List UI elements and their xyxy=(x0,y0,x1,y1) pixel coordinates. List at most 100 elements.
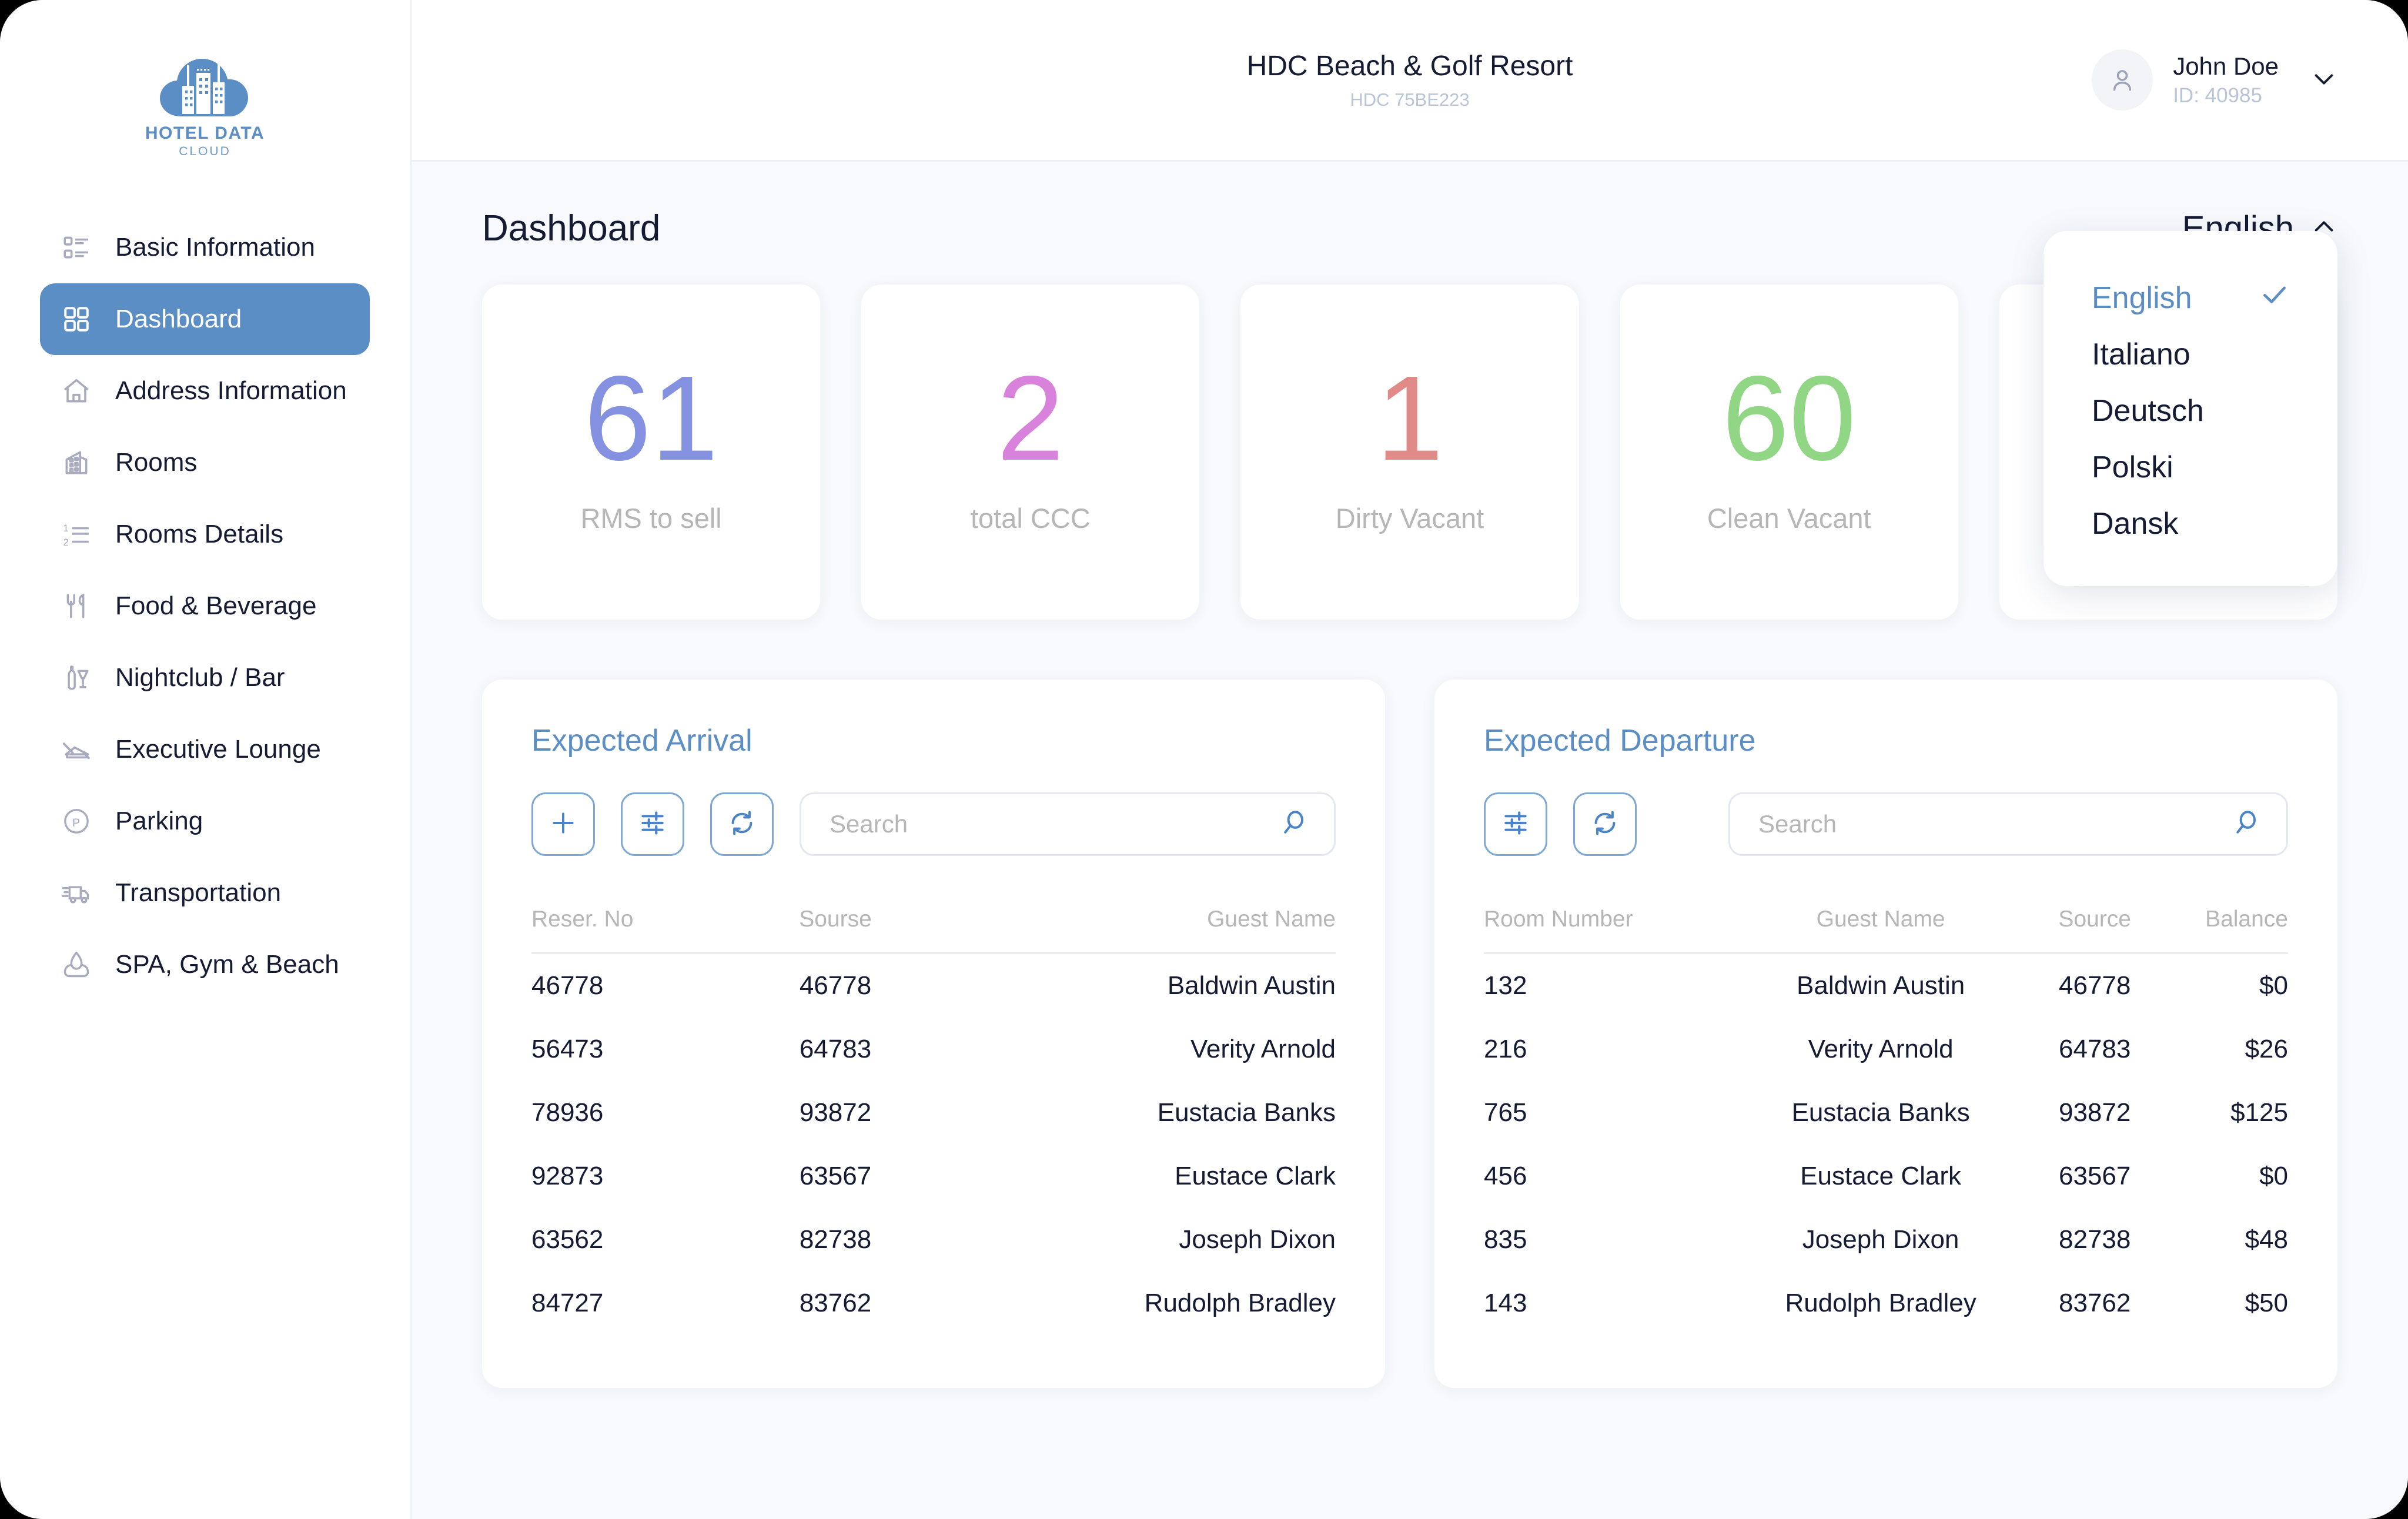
stat-card-total-ccc: 2 total CCC xyxy=(861,285,1200,620)
column-header-sourse: Sourse xyxy=(755,889,915,954)
panel-title: Expected Arrival xyxy=(531,724,752,758)
home-icon xyxy=(60,374,93,407)
lounge-chair-icon xyxy=(60,733,93,766)
search-placeholder: Search xyxy=(1758,810,1837,838)
cell-guest-name: Eustace Clark xyxy=(1800,1162,1962,1190)
cell-balance: $0 xyxy=(2259,1162,2288,1190)
sidebar-item-label: Executive Lounge xyxy=(115,735,321,764)
filter-sliders-icon xyxy=(638,808,667,841)
table-row[interactable]: 84727 83762 Rudolph Bradley xyxy=(531,1272,1336,1335)
column-header-guest-name: Guest Name xyxy=(1725,889,2036,954)
sidebar-item-nightclub-bar[interactable]: Nightclub / Bar xyxy=(40,642,370,714)
arrival-filter-button[interactable] xyxy=(621,792,684,856)
cell-guest-name: Baldwin Austin xyxy=(1167,971,1336,1000)
table-header-row: Reser. No Sourse Guest Name xyxy=(531,889,1336,954)
sidebar-item-rooms[interactable]: Rooms xyxy=(40,427,370,498)
cell-guest-name: Rudolph Bradley xyxy=(1785,1289,1976,1317)
check-icon xyxy=(2260,280,2289,317)
cell-balance: $0 xyxy=(2259,971,2288,1000)
sidebar-item-basic-information[interactable]: Basic Information xyxy=(40,212,370,283)
table-row[interactable]: 765 Eustacia Banks 93872 $125 xyxy=(1484,1081,2288,1145)
sidebar-item-label: Rooms xyxy=(115,448,198,477)
app-logo: HOTEL DATA CLOUD xyxy=(0,41,410,194)
sidebar-item-rooms-details[interactable]: 12 Rooms Details xyxy=(40,498,370,570)
language-option-english[interactable]: English xyxy=(2044,270,2337,326)
departure-search-input[interactable]: Search xyxy=(1728,792,2288,856)
plus-icon xyxy=(549,808,578,841)
main-region: HDC Beach & Golf Resort HDC 75BE223 John… xyxy=(412,0,2408,1519)
cell-source: 64783 xyxy=(2058,1035,2131,1063)
language-option-label: Italiano xyxy=(2092,337,2190,372)
cell-balance: $125 xyxy=(2230,1098,2288,1127)
language-option-polski[interactable]: Polski xyxy=(2044,439,2337,496)
cell-balance: $48 xyxy=(2245,1225,2288,1254)
table-row[interactable]: 63562 82738 Joseph Dixon xyxy=(531,1208,1336,1272)
logo-subtitle: CLOUD xyxy=(179,145,231,158)
search-icon[interactable] xyxy=(1279,808,1308,841)
sidebar-item-transportation[interactable]: Transportation xyxy=(40,857,370,929)
refresh-icon xyxy=(1590,808,1620,841)
stat-value: 2 xyxy=(996,350,1064,486)
cell-reser-no: 92873 xyxy=(531,1162,604,1190)
cell-guest-name: Verity Arnold xyxy=(1190,1035,1336,1063)
page-title: Dashboard xyxy=(482,208,661,249)
expected-arrival-panel: Expected Arrival Search Reser. No Sourse… xyxy=(482,680,1385,1388)
arrival-search-input[interactable]: Search xyxy=(800,792,1336,856)
language-option-label: Dansk xyxy=(2092,507,2179,541)
table-row[interactable]: 216 Verity Arnold 64783 $26 xyxy=(1484,1018,2288,1081)
stat-value: 60 xyxy=(1722,350,1857,486)
language-option-deutsch[interactable]: Deutsch xyxy=(2044,383,2337,439)
departure-refresh-button[interactable] xyxy=(1573,792,1637,856)
cell-guest-name: Eustacia Banks xyxy=(1157,1098,1336,1127)
panel-title: Expected Departure xyxy=(1484,724,1756,758)
table-row[interactable]: 56473 64783 Verity Arnold xyxy=(531,1018,1336,1081)
language-option-italiano[interactable]: Italiano xyxy=(2044,326,2337,383)
add-reservation-button[interactable] xyxy=(531,792,595,856)
cell-guest-name: Eustacia Banks xyxy=(1791,1098,1970,1127)
sidebar-item-food-beverage[interactable]: Food & Beverage xyxy=(40,570,370,642)
table-row[interactable]: 835 Joseph Dixon 82738 $48 xyxy=(1484,1208,2288,1272)
cell-reser-no: 78936 xyxy=(531,1098,604,1127)
sidebar-item-parking[interactable]: P Parking xyxy=(40,785,370,857)
table-row[interactable]: 46778 46778 Baldwin Austin xyxy=(531,953,1336,1018)
table-row[interactable]: 132 Baldwin Austin 46778 $0 xyxy=(1484,953,2288,1018)
cell-sourse: 64783 xyxy=(799,1035,872,1063)
cell-guest-name: Joseph Dixon xyxy=(1802,1225,1959,1254)
user-menu[interactable]: John Doe ID: 40985 xyxy=(2092,49,2337,111)
cell-guest-name: Baldwin Austin xyxy=(1797,971,1965,1000)
language-option-dansk[interactable]: Dansk xyxy=(2044,496,2337,552)
sidebar-item-executive-lounge[interactable]: Executive Lounge xyxy=(40,714,370,785)
cell-room-number: 132 xyxy=(1484,971,1527,1000)
grid-icon xyxy=(60,303,93,336)
table-row[interactable]: 456 Eustace Clark 63567 $0 xyxy=(1484,1145,2288,1208)
cell-sourse: 93872 xyxy=(799,1098,872,1127)
sidebar-item-label: SPA, Gym & Beach xyxy=(115,950,339,979)
table-row[interactable]: 92873 63567 Eustace Clark xyxy=(531,1145,1336,1208)
sidebar-item-spa-gym-beach[interactable]: SPA, Gym & Beach xyxy=(40,929,370,1001)
stat-value: 61 xyxy=(584,350,718,486)
table-row[interactable]: 143 Rudolph Bradley 83762 $50 xyxy=(1484,1272,2288,1335)
arrival-refresh-button[interactable] xyxy=(710,792,774,856)
cloud-buildings-icon xyxy=(159,59,248,116)
chevron-down-icon[interactable] xyxy=(2310,65,2337,95)
column-header-source: Source xyxy=(2035,889,2154,954)
sidebar-item-dashboard[interactable]: Dashboard xyxy=(40,283,370,355)
stat-label: Clean Vacant xyxy=(1707,502,1871,534)
stat-card-clean-vacant: 60 Clean Vacant xyxy=(1620,285,1958,620)
cell-source: 63567 xyxy=(2058,1162,2131,1190)
cell-guest-name: Eustace Clark xyxy=(1175,1162,1336,1190)
cell-source: 82738 xyxy=(2058,1225,2131,1254)
cell-room-number: 456 xyxy=(1484,1162,1527,1190)
search-icon[interactable] xyxy=(2231,808,2260,841)
column-header-balance: Balance xyxy=(2153,889,2288,954)
table-row[interactable]: 78936 93872 Eustacia Banks xyxy=(531,1081,1336,1145)
departure-filter-button[interactable] xyxy=(1484,792,1547,856)
building-icon xyxy=(60,446,93,479)
language-dropdown-menu: English Italiano Deutsch Polski Dansk xyxy=(2044,231,2337,586)
cell-guest-name: Verity Arnold xyxy=(1808,1035,1954,1063)
sidebar-item-address-information[interactable]: Address Information xyxy=(40,355,370,427)
sidebar-item-label: Nightclub / Bar xyxy=(115,663,285,692)
column-header-reser-no: Reser. No xyxy=(531,889,756,954)
stat-label: Dirty Vacant xyxy=(1335,502,1484,534)
numbered-list-icon: 12 xyxy=(60,518,93,551)
